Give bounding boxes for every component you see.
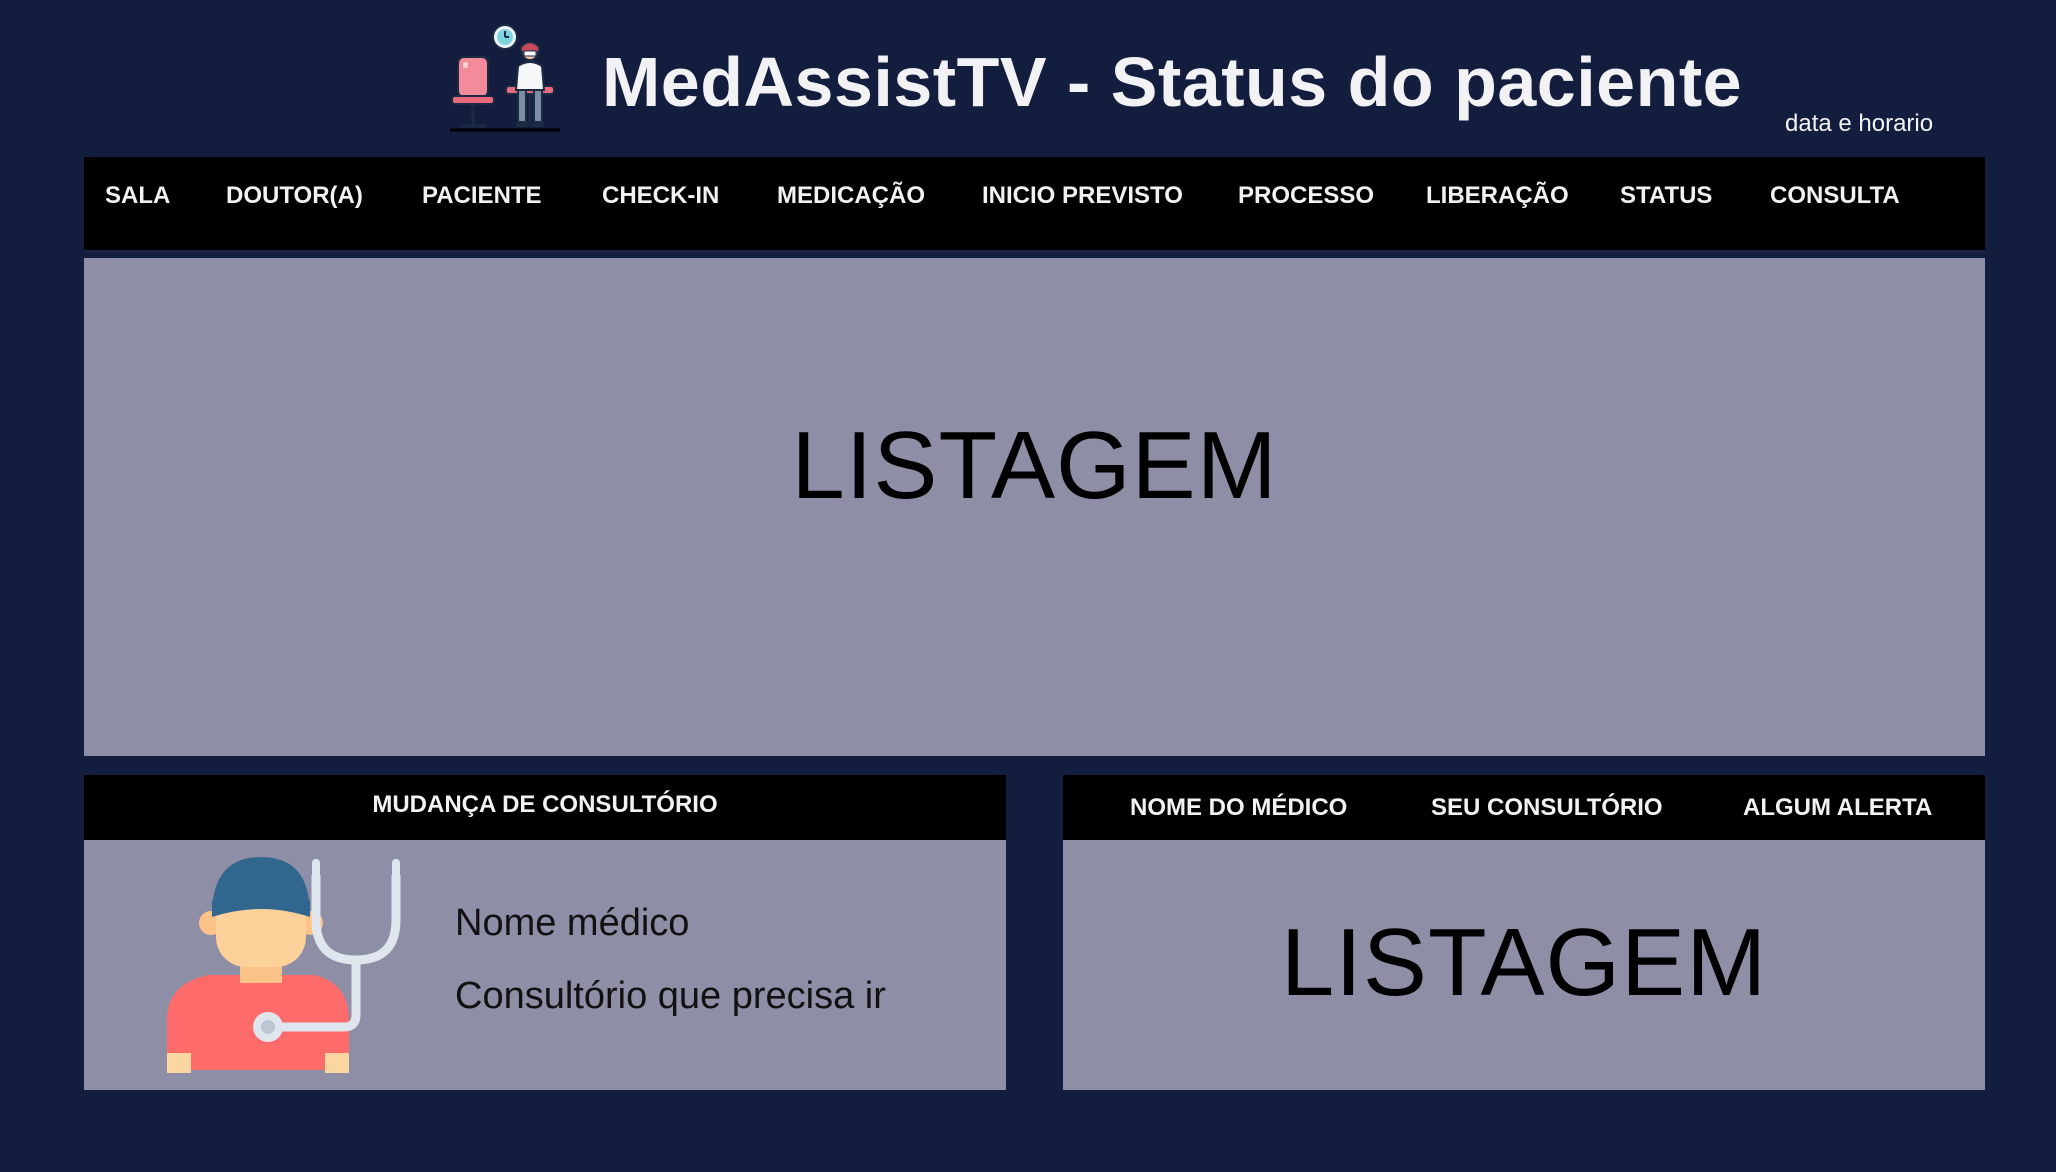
doctor-name: Nome médico — [455, 902, 690, 944]
room-change-title: MUDANÇA DE CONSULTÓRIO — [372, 791, 718, 818]
patient-list: LISTAGEM — [84, 258, 1985, 756]
column-header-liberacao: LIBERAÇÃO — [1426, 182, 1569, 209]
column-header-status: STATUS — [1620, 182, 1713, 209]
room-change-panel: Nome médico Consultório que precisa ir — [84, 840, 1006, 1090]
doctor-list-placeholder: LISTAGEM — [1280, 909, 1768, 1016]
patient-list-placeholder: LISTAGEM — [791, 412, 1278, 519]
app-header: MedAssistTV - Status do paciente data e … — [0, 0, 2056, 157]
column-header-consultorio: SEU CONSULTÓRIO — [1431, 794, 1663, 821]
column-header-consulta: CONSULTA — [1770, 182, 1900, 209]
column-header-doutor: DOUTOR(A) — [226, 182, 363, 209]
column-header-alerta: ALGUM ALERTA — [1743, 794, 1933, 821]
doctor-list: LISTAGEM — [1063, 840, 1985, 1090]
target-room: Consultório que precisa ir — [455, 975, 886, 1017]
patient-table-header: SALA DOUTOR(A) PACIENTE CHECK-IN MEDICAÇ… — [84, 157, 1985, 253]
datetime-label: data e horario — [1785, 110, 1934, 137]
waiting-room-icon — [450, 24, 560, 132]
doctor-icon — [167, 857, 401, 1073]
doctor-table-header: NOME DO MÉDICO SEU CONSULTÓRIO ALGUM ALE… — [1063, 775, 1985, 840]
column-header-paciente: PACIENTE — [422, 182, 542, 209]
column-header-processo: PROCESSO — [1238, 182, 1375, 209]
column-header-check-in: CHECK-IN — [602, 182, 720, 209]
page: MedAssistTV - Status do paciente data e … — [0, 0, 2056, 1172]
room-change-header: MUDANÇA DE CONSULTÓRIO — [84, 775, 1006, 840]
app-title: MedAssistTV - Status do paciente — [602, 43, 1743, 121]
column-header-medicacao: MEDICAÇÃO — [777, 182, 925, 209]
column-header-sala: SALA — [105, 182, 171, 209]
column-header-nome-medico: NOME DO MÉDICO — [1130, 794, 1348, 821]
column-header-inicio-previsto: INICIO PREVISTO — [982, 182, 1183, 209]
